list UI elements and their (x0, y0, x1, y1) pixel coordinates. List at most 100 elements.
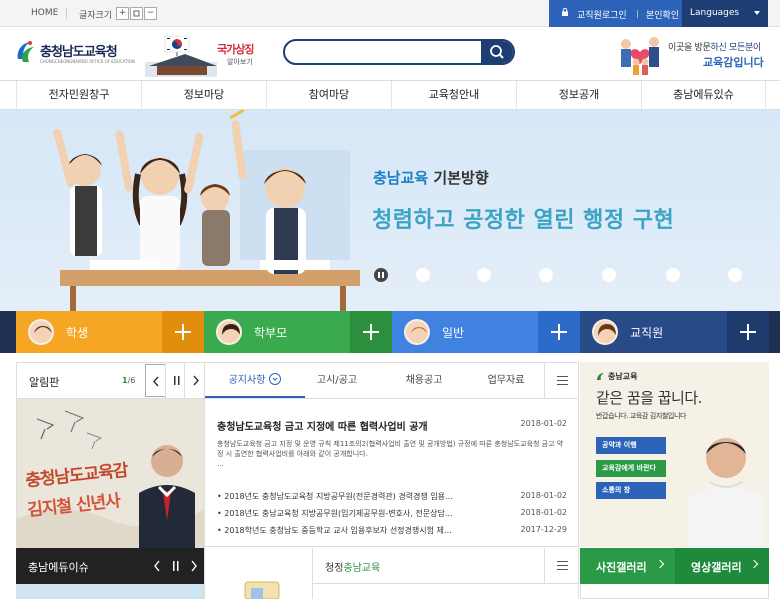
plus-icon[interactable] (162, 311, 204, 353)
audience-student[interactable]: 학생 (16, 311, 204, 353)
clean-edu-header: 청정충남교육 (312, 548, 579, 584)
font-increase-button[interactable]: + (116, 7, 129, 20)
next-button[interactable] (185, 548, 203, 584)
staff-login-link[interactable]: 교직원로그인 (577, 8, 627, 21)
slide-controls (374, 268, 754, 282)
menu-icon-line (557, 561, 568, 562)
list-item[interactable]: • 2018학년도 충청남도 중등학교 교사 임용후보자 선정경쟁시험 제… 20… (217, 525, 567, 542)
audience-band: 학생 학부모 일반 교직원 (0, 311, 780, 353)
pledge-button[interactable]: 공약과 이행 (596, 437, 666, 454)
lock-icon (562, 8, 568, 16)
site-logo[interactable]: 충청남도교육청 CHUNGCHEONGNAMDO OFFICE OF EDUCA… (14, 38, 135, 68)
nav-item-participation[interactable]: 참여마당 (266, 81, 391, 109)
audience-general[interactable]: 일반 (392, 311, 580, 353)
audience-label: 학부모 (254, 326, 288, 340)
featured-notice-title: 충청남도교육청 금고 지정에 따른 협력사업비 공개 (217, 422, 428, 433)
chevron-down-icon (269, 373, 282, 385)
slide-dot[interactable] (666, 268, 680, 282)
font-reset-button[interactable] (130, 7, 143, 20)
students-illustration-icon (53, 110, 360, 311)
visual-headline: 청렴하고 공정한 열린 행정 구현 (372, 208, 675, 233)
slide-pause-button[interactable] (374, 268, 388, 282)
search-input[interactable] (293, 44, 473, 60)
document-icon (244, 581, 280, 599)
list-item-date: 2017-12-29 (520, 525, 568, 534)
communication-button[interactable]: 소통의 창 (596, 482, 666, 499)
board-more-button[interactable] (544, 363, 578, 398)
chevron-left-icon (154, 560, 160, 572)
nav-item-civil-service[interactable]: 전자민원창구 (16, 81, 141, 109)
nav-item-information[interactable]: 정보마당 (141, 81, 266, 109)
board-tabs: 공지사항 고시/공고 채용공고 업무자료 (205, 363, 578, 399)
video-gallery-button[interactable]: 영상갤러리 (675, 548, 769, 584)
visitor-banner[interactable]: 이곳을 방문하신 모든분이 교육감입니다 (612, 32, 772, 80)
nav-item-about[interactable]: 교육청안내 (391, 81, 516, 109)
logo-text: 충청남도교육청 (40, 45, 118, 60)
list-item-title: • 2018학년도 충청남도 중등학교 교사 임용후보자 선정경쟁시험 제… (217, 526, 452, 535)
audience-parent[interactable]: 학부모 (204, 311, 392, 353)
plus-icon[interactable] (538, 311, 580, 353)
plus-icon[interactable] (350, 311, 392, 353)
home-link[interactable]: HOME (31, 8, 58, 18)
featured-notice-description: 충청남도교육청 금고 지정 및 운영 규칙 제11조의2(협력사업비 출연 및 … (217, 440, 564, 458)
notice-panel: 알림판 1/6 충청남도교육감 김지철 신년사 (16, 362, 206, 548)
national-symbol-subtitle: 알아보기 (227, 58, 253, 66)
search-button[interactable] (481, 41, 513, 63)
featured-notice-date: 2018-01-02 (520, 419, 568, 428)
tab-announcement[interactable]: 고시/공고 (305, 363, 369, 398)
clean-edu-prefix: 청정 (325, 563, 344, 574)
notice-panel-header: 알림판 1/6 (17, 363, 206, 399)
parent-avatar-icon (216, 319, 242, 345)
list-item[interactable]: • 2018년도 충청남도교육청 지방공무원(전문경력관) 경력경쟁 임용… 20… (217, 491, 567, 508)
visitor-text-part-2: 하신 모든분이 (710, 43, 761, 53)
promo-subtext: 반갑습니다. 교육감 김지철입니다 (596, 412, 687, 420)
request-button[interactable]: 교육감에게 바란다 (596, 460, 666, 477)
featured-notice[interactable]: 충청남도교육청 금고 지정에 따른 협력사업비 공개 2018-01-02 충청… (217, 418, 567, 469)
edu-issue-preview (16, 584, 204, 599)
main-navigation: 전자민원창구 정보마당 참여마당 교육청안내 정보공개 충남에듀있슈 (0, 80, 780, 110)
square-icon (133, 10, 140, 17)
prev-button[interactable] (148, 548, 166, 584)
visitor-headline: 교육감입니다 (703, 56, 764, 69)
pause-icon (173, 561, 179, 571)
languages-dropdown[interactable]: Languages (682, 0, 768, 27)
clean-edu-more-button[interactable] (544, 548, 578, 583)
tab-work-data[interactable]: 업무자료 (471, 363, 541, 398)
staff-avatar-icon (592, 319, 618, 345)
page-total: /6 (127, 376, 136, 385)
superintendent-promo: 충남교육 같은 꿈을 꿉니다. 반갑습니다. 교육감 김지철입니다 공약과 이행… (580, 362, 769, 547)
audience-staff[interactable]: 교직원 (580, 311, 769, 353)
main-visual-banner: 충남교육 기본방향 청렴하고 공정한 열린 행정 구현 (0, 110, 780, 311)
nav-item-disclosure[interactable]: 정보공개 (516, 81, 641, 109)
prev-button[interactable] (145, 364, 167, 397)
list-item[interactable]: • 2018년도 충남교육청 지방공무원(임기제공무원-변호사, 전문상담… 20… (217, 508, 567, 525)
edu-issue-header: 충남에듀이슈 (16, 548, 204, 584)
clean-edu-brand: 충남교육 (343, 563, 381, 574)
audience-label: 교직원 (630, 326, 664, 340)
new-year-message-banner[interactable]: 충청남도교육감 김지철 신년사 (17, 399, 205, 548)
visitor-text-part-1: 이곳을 방문 (668, 43, 711, 53)
identity-check-link[interactable]: 본인확인 (646, 8, 679, 21)
menu-icon-line (557, 384, 568, 385)
national-symbol-banner[interactable]: 국가상징 알아보기 (145, 32, 265, 77)
slide-dot[interactable] (416, 268, 430, 282)
nav-item-edu-issue[interactable]: 충남에듀있슈 (641, 81, 766, 109)
featured-notice-ellipsis: ... (217, 460, 224, 468)
login-area: 교직원로그인 본인확인 (549, 0, 682, 27)
next-button[interactable] (184, 363, 206, 398)
plus-icon[interactable] (727, 311, 769, 353)
slide-dot[interactable] (728, 268, 742, 282)
logo-mark-icon (17, 41, 34, 62)
slide-dot[interactable] (539, 268, 553, 282)
visual-subtitle-rest: 기본방향 (428, 169, 489, 187)
divider (637, 10, 638, 18)
pause-button[interactable] (167, 548, 185, 584)
font-decrease-button[interactable]: − (144, 7, 157, 20)
slide-dot[interactable] (602, 268, 616, 282)
pause-icon-bar (378, 272, 380, 278)
edu-issue-thumbnail[interactable] (204, 548, 312, 599)
slide-dot[interactable] (477, 268, 491, 282)
tab-notice[interactable]: 공지사항 (205, 363, 305, 398)
tab-recruitment[interactable]: 채용공고 (389, 363, 459, 398)
photo-gallery-button[interactable]: 사진갤러리 (580, 548, 675, 584)
